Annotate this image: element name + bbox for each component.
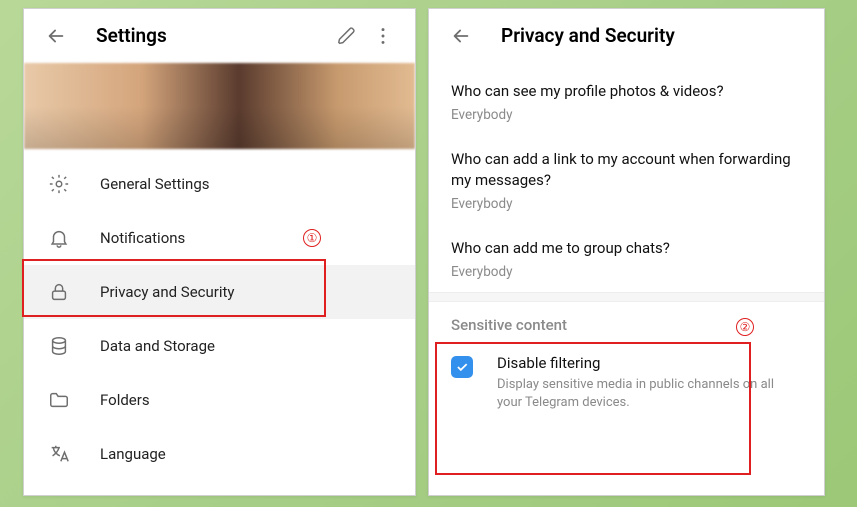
privacy-value: Everybody (451, 107, 802, 123)
more-vertical-icon (372, 25, 394, 47)
gear-icon (46, 171, 72, 197)
menu-label: Folders (100, 391, 150, 409)
annotation-label-2: ② (736, 318, 754, 336)
menu-item-folders[interactable]: Folders (24, 373, 415, 427)
privacy-item-forward-link[interactable]: Who can add a link to my account when fo… (429, 135, 824, 224)
annotation-label-1: ① (303, 229, 321, 247)
privacy-value: Everybody (451, 196, 802, 212)
section-divider (429, 292, 824, 302)
back-button[interactable] (38, 18, 74, 54)
menu-label: Notifications (100, 229, 185, 247)
privacy-panel: Privacy and Security Who can see my prof… (428, 8, 825, 496)
disable-filtering-desc: Display sensitive media in public channe… (497, 376, 802, 411)
privacy-question: Who can add me to group chats? (451, 238, 802, 258)
menu-label: Data and Storage (100, 337, 215, 355)
disable-filtering-row[interactable]: Disable filtering Display sensitive medi… (429, 340, 824, 427)
profile-banner[interactable] (24, 63, 415, 149)
database-icon (46, 333, 72, 359)
menu-item-notifications[interactable]: Notifications (24, 211, 415, 265)
lock-icon (46, 279, 72, 305)
back-button[interactable] (443, 18, 479, 54)
privacy-item-groupchats[interactable]: Who can add me to group chats? Everybody (429, 224, 824, 292)
privacy-header: Privacy and Security (429, 9, 824, 63)
disable-filtering-title: Disable filtering (497, 354, 802, 372)
privacy-question: Who can add a link to my account when fo… (451, 149, 802, 190)
arrow-left-icon (45, 25, 67, 47)
privacy-title: Privacy and Security (501, 24, 810, 47)
section-title-sensitive: Sensitive content (429, 302, 824, 340)
check-icon (455, 360, 469, 374)
settings-title: Settings (96, 24, 329, 47)
menu-item-privacy[interactable]: Privacy and Security (24, 265, 415, 319)
disable-filtering-checkbox[interactable] (451, 356, 473, 378)
menu-item-general[interactable]: General Settings (24, 157, 415, 211)
menu-item-data[interactable]: Data and Storage (24, 319, 415, 373)
privacy-value: Everybody (451, 264, 802, 280)
privacy-question: Who can see my profile photos & videos? (451, 81, 802, 101)
menu-label: Language (100, 445, 166, 463)
menu-label: General Settings (100, 175, 210, 193)
edit-button[interactable] (329, 18, 365, 54)
folder-icon (46, 387, 72, 413)
settings-header: Settings (24, 9, 415, 63)
arrow-left-icon (450, 25, 472, 47)
privacy-body: Who can see my profile photos & videos? … (429, 63, 824, 427)
menu-label: Privacy and Security (100, 283, 235, 301)
disable-filtering-text: Disable filtering Display sensitive medi… (497, 354, 802, 411)
settings-menu: General Settings Notifications Privacy a… (24, 149, 415, 481)
bell-icon (46, 225, 72, 251)
menu-item-language[interactable]: Language (24, 427, 415, 481)
pencil-icon (336, 25, 358, 47)
language-icon (46, 441, 72, 467)
privacy-item-photos[interactable]: Who can see my profile photos & videos? … (429, 67, 824, 135)
more-button[interactable] (365, 18, 401, 54)
settings-panel: Settings General Settings Notifications … (23, 8, 416, 496)
